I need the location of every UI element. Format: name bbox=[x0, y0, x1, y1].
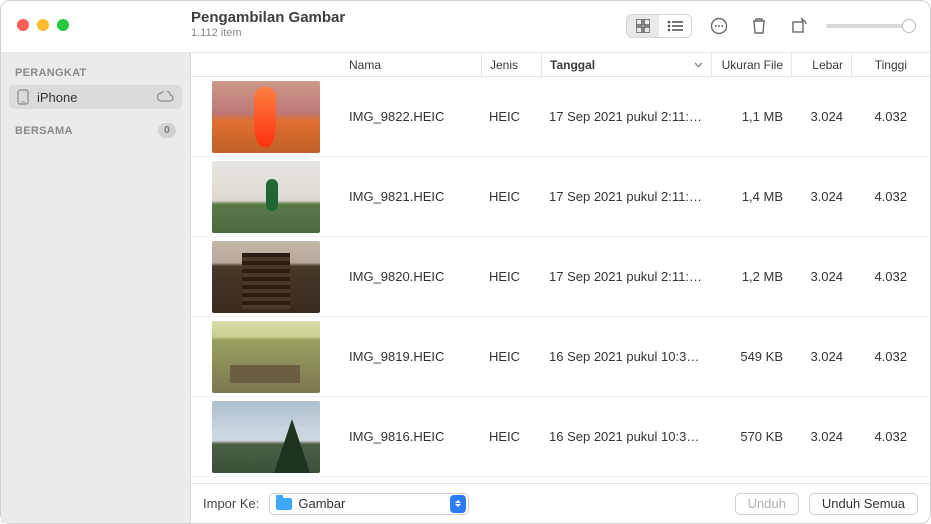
cell-height: 4.032 bbox=[851, 349, 915, 364]
cell-height: 4.032 bbox=[851, 429, 915, 444]
close-window-button[interactable] bbox=[17, 19, 29, 31]
column-header-date[interactable]: Tanggal bbox=[541, 53, 711, 76]
cell-type: HEIC bbox=[481, 189, 541, 204]
cell-size: 549 KB bbox=[711, 349, 791, 364]
column-header-size[interactable]: Ukuran File bbox=[711, 53, 791, 76]
minimize-window-button[interactable] bbox=[37, 19, 49, 31]
titlebar: Pengambilan Gambar 1.112 item bbox=[1, 1, 930, 53]
cell-height: 4.032 bbox=[851, 189, 915, 204]
view-switcher bbox=[626, 14, 692, 38]
sidebar-section-shared-label: BERSAMA bbox=[15, 125, 73, 137]
cell-date: 16 Sep 2021 pukul 10:32:1… bbox=[541, 349, 711, 364]
thumbnail bbox=[212, 241, 320, 313]
table-header: Nama Jenis Tanggal Ukuran File Lebar Tin… bbox=[191, 53, 930, 77]
sidebar-section-devices: PERANGKAT bbox=[1, 63, 190, 83]
cell-date: 17 Sep 2021 pukul 2:11:21… bbox=[541, 269, 711, 284]
cell-type: HEIC bbox=[481, 269, 541, 284]
table-body[interactable]: IMG_9822.HEIC HEIC 17 Sep 2021 pukul 2:1… bbox=[191, 77, 930, 483]
rotate-icon bbox=[790, 17, 808, 35]
folder-icon bbox=[276, 498, 292, 510]
import-destination-select[interactable]: Gambar bbox=[269, 493, 469, 515]
sidebar: PERANGKAT iPhone BERSAMA 0 bbox=[1, 53, 191, 523]
cell-width: 3.024 bbox=[791, 109, 851, 124]
import-destination-value: Gambar bbox=[298, 496, 444, 511]
grid-view-button[interactable] bbox=[627, 15, 659, 37]
app-title: Pengambilan Gambar bbox=[191, 9, 345, 26]
cell-height: 4.032 bbox=[851, 109, 915, 124]
shared-count-badge: 0 bbox=[158, 123, 176, 138]
cell-size: 1,1 MB bbox=[711, 109, 791, 124]
cell-date: 17 Sep 2021 pukul 2:11:30… bbox=[541, 109, 711, 124]
fullscreen-window-button[interactable] bbox=[57, 19, 69, 31]
sidebar-section-devices-label: PERANGKAT bbox=[15, 67, 87, 79]
item-count: 1.112 item bbox=[191, 27, 345, 39]
thumbnail bbox=[212, 401, 320, 473]
table-row[interactable]: IMG_9820.HEIC HEIC 17 Sep 2021 pukul 2:1… bbox=[191, 237, 930, 317]
ellipsis-circle-icon bbox=[710, 17, 728, 35]
grid-icon bbox=[636, 19, 650, 33]
table-row[interactable]: IMG_9821.HEIC HEIC 17 Sep 2021 pukul 2:1… bbox=[191, 157, 930, 237]
cell-width: 3.024 bbox=[791, 429, 851, 444]
trash-icon bbox=[751, 17, 767, 35]
slider-knob[interactable] bbox=[902, 19, 916, 33]
table-row[interactable]: IMG_9816.HEIC HEIC 16 Sep 2021 pukul 10:… bbox=[191, 397, 930, 477]
content-area: Nama Jenis Tanggal Ukuran File Lebar Tin… bbox=[191, 53, 930, 523]
updown-arrows-icon bbox=[450, 495, 466, 513]
sidebar-section-shared: BERSAMA 0 bbox=[1, 119, 190, 142]
delete-button[interactable] bbox=[746, 14, 772, 38]
list-view-button[interactable] bbox=[659, 15, 691, 37]
cell-name: IMG_9819.HEIC bbox=[341, 349, 481, 364]
cell-date: 17 Sep 2021 pukul 2:11:24… bbox=[541, 189, 711, 204]
cell-name: IMG_9820.HEIC bbox=[341, 269, 481, 284]
window-controls bbox=[1, 1, 191, 31]
cell-width: 3.024 bbox=[791, 189, 851, 204]
import-to-label: Impor Ke: bbox=[203, 496, 259, 511]
table-row[interactable]: IMG_9819.HEIC HEIC 16 Sep 2021 pukul 10:… bbox=[191, 317, 930, 397]
toolbar bbox=[626, 11, 916, 41]
column-header-height[interactable]: Tinggi bbox=[851, 53, 915, 76]
cell-height: 4.032 bbox=[851, 269, 915, 284]
cell-name: IMG_9822.HEIC bbox=[341, 109, 481, 124]
thumbnail bbox=[212, 321, 320, 393]
column-header-type[interactable]: Jenis bbox=[481, 53, 541, 76]
thumbnail bbox=[212, 161, 320, 233]
sidebar-item-label: iPhone bbox=[37, 90, 77, 105]
title-block: Pengambilan Gambar 1.112 item bbox=[191, 1, 345, 39]
cell-size: 1,2 MB bbox=[711, 269, 791, 284]
cell-width: 3.024 bbox=[791, 349, 851, 364]
cell-date: 16 Sep 2021 pukul 10:32:0… bbox=[541, 429, 711, 444]
column-header-width[interactable]: Lebar bbox=[791, 53, 851, 76]
chevron-down-icon bbox=[694, 62, 703, 68]
table-row[interactable]: IMG_9822.HEIC HEIC 17 Sep 2021 pukul 2:1… bbox=[191, 77, 930, 157]
cell-type: HEIC bbox=[481, 429, 541, 444]
column-header-date-label: Tanggal bbox=[550, 58, 595, 72]
download-all-button[interactable]: Unduh Semua bbox=[809, 493, 918, 515]
cell-size: 1,4 MB bbox=[711, 189, 791, 204]
sidebar-item-iphone[interactable]: iPhone bbox=[9, 85, 182, 109]
cell-name: IMG_9821.HEIC bbox=[341, 189, 481, 204]
footer: Impor Ke: Gambar Unduh Unduh Semua bbox=[191, 483, 930, 523]
cell-name: IMG_9816.HEIC bbox=[341, 429, 481, 444]
phone-icon bbox=[17, 89, 29, 105]
cell-type: HEIC bbox=[481, 109, 541, 124]
cell-size: 570 KB bbox=[711, 429, 791, 444]
cell-type: HEIC bbox=[481, 349, 541, 364]
download-button[interactable]: Unduh bbox=[735, 493, 799, 515]
thumbnail bbox=[212, 81, 320, 153]
more-actions-button[interactable] bbox=[706, 14, 732, 38]
thumbnail-size-slider[interactable] bbox=[826, 24, 916, 28]
column-header-name[interactable]: Nama bbox=[341, 53, 481, 76]
cell-width: 3.024 bbox=[791, 269, 851, 284]
rotate-button[interactable] bbox=[786, 14, 812, 38]
cloud-icon bbox=[156, 91, 174, 103]
list-icon bbox=[667, 20, 683, 32]
